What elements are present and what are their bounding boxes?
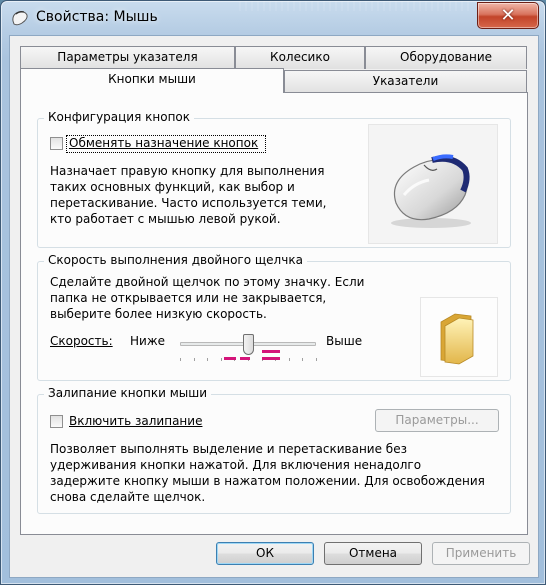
tab-label: Кнопки мыши xyxy=(108,72,196,86)
window-title: Свойства: Мышь xyxy=(36,9,158,25)
tab-label: Указатели xyxy=(372,74,439,88)
description-line: таких основных функций, как выбор и xyxy=(50,180,295,194)
mouse-preview xyxy=(368,124,498,244)
double-click-description: Сделайте двойной щелчок по этому значку.… xyxy=(50,274,420,322)
mouse-illustration xyxy=(391,154,471,228)
speed-indicator-dash xyxy=(224,357,236,360)
description-line: Назначает правую кнопку для выполнения xyxy=(50,164,325,178)
click-lock-checkbox[interactable] xyxy=(50,415,63,428)
slider-tick xyxy=(316,358,317,361)
speed-low-label: Ниже xyxy=(130,334,166,348)
description-line: перетаскивание. Часто используется теми, xyxy=(50,196,327,210)
tab-pointers[interactable]: Указатели xyxy=(284,70,527,93)
folder-icon xyxy=(440,313,474,365)
description-line: задержите кнопку мыши в нажатом положени… xyxy=(50,474,485,488)
tab-label: Оборудование xyxy=(400,50,492,64)
speed-label: Скорость: xyxy=(50,334,113,348)
click-lock-settings-button[interactable]: Параметры... xyxy=(375,409,499,432)
slider-tick xyxy=(207,358,209,361)
swap-buttons-text: Обменять назначение кнопок xyxy=(69,136,259,150)
tab-label: Колесико xyxy=(270,50,330,64)
swap-buttons-description: Назначает правую кнопку для выполнения т… xyxy=(50,163,350,227)
description-line: папка не открывается или не закрывается, xyxy=(50,291,327,305)
cancel-button[interactable]: Отмена xyxy=(324,542,422,565)
close-button[interactable]: ✕ xyxy=(477,2,539,29)
description-line: снова сделайте щелчок. xyxy=(50,490,206,504)
speed-indicator-dash xyxy=(262,350,280,353)
mouse-app-icon xyxy=(12,11,28,26)
tab-panel-buttons: Конфигурация кнопок Обменять назначение … xyxy=(20,92,528,535)
slider-tick xyxy=(220,358,222,361)
double-click-test-area[interactable] xyxy=(420,297,498,377)
ok-button[interactable]: ОК xyxy=(216,542,314,565)
swap-buttons-checkbox[interactable] xyxy=(50,137,63,150)
button-config-group: Конфигурация кнопок Обменять назначение … xyxy=(37,110,511,248)
description-line: удерживания кнопки нажатой. Для включени… xyxy=(50,458,422,472)
speed-high-label: Выше xyxy=(326,334,363,348)
close-icon: ✕ xyxy=(500,4,516,26)
group-title: Залипание кнопки мыши xyxy=(44,386,212,400)
tab-wheel[interactable]: Колесико xyxy=(235,46,365,69)
click-lock-label[interactable]: Включить залипание xyxy=(69,414,202,428)
click-lock-description: Позволяет выполнять выделение и перетаск… xyxy=(50,441,505,505)
speed-indicator-dash xyxy=(262,357,280,360)
speed-slider-thumb[interactable] xyxy=(243,334,254,355)
description-line: Позволяет выполнять выделение и перетаск… xyxy=(50,442,407,456)
tab-hardware[interactable]: Оборудование xyxy=(365,46,527,69)
tab-label: Параметры указателя xyxy=(57,50,198,64)
slider-tick xyxy=(180,358,181,361)
slider-tick xyxy=(288,358,290,361)
double-click-group: Скорость выполнения двойного щелчка Сдел… xyxy=(37,253,511,381)
speed-label-text: Скорость: xyxy=(50,334,113,348)
tab-pointer-options[interactable]: Параметры указателя xyxy=(20,46,235,69)
group-title: Конфигурация кнопок xyxy=(44,110,195,124)
dialog-client-area: Параметры указателя Колесико Оборудовани… xyxy=(9,35,539,578)
tab-buttons[interactable]: Кнопки мыши xyxy=(20,68,284,93)
click-lock-text: Включить залипание xyxy=(69,414,203,428)
slider-tick xyxy=(302,358,304,361)
mouse-properties-window: Свойства: Мышь ✕ Параметры указателя Кол… xyxy=(0,0,546,585)
apply-button[interactable]: Применить xyxy=(432,542,530,565)
slider-tick xyxy=(193,358,195,361)
description-line: Сделайте двойной щелчок по этому значку.… xyxy=(50,275,365,289)
description-line: выберите более низкую скорость. xyxy=(50,307,267,321)
title-bar[interactable]: Свойства: Мышь ✕ xyxy=(1,1,546,35)
group-title: Скорость выполнения двойного щелчка xyxy=(44,253,307,267)
description-line: кто работает с мышью левой рукой. xyxy=(50,212,281,226)
speed-indicator-dash xyxy=(240,357,250,360)
title-bar-texture xyxy=(239,1,469,11)
swap-buttons-label[interactable]: Обменять назначение кнопок xyxy=(69,136,258,150)
click-lock-group: Залипание кнопки мыши Включить залипание… xyxy=(37,386,511,514)
